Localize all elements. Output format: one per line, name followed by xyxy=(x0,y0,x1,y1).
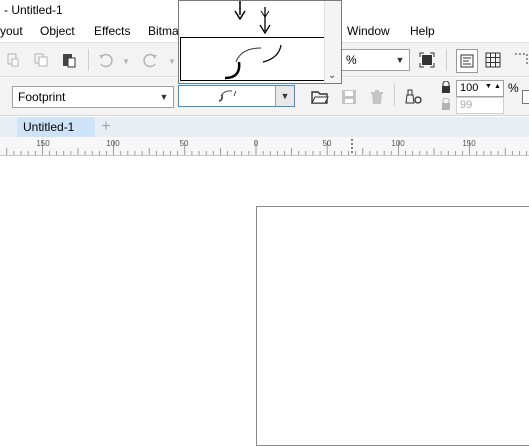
grid-icon[interactable] xyxy=(484,51,502,69)
redo-dropdown-icon[interactable]: ▼ xyxy=(168,57,176,66)
ruler-label: 50 xyxy=(179,139,189,148)
menu-window[interactable]: Window xyxy=(347,24,390,38)
preset-value: Footprint xyxy=(18,90,66,104)
redo-icon[interactable] xyxy=(142,51,160,69)
undo-dropdown-icon[interactable]: ▼ xyxy=(122,57,130,66)
horizontal-ruler[interactable]: 150 100 50 0 50 100 150 xyxy=(0,137,529,156)
chevron-down-icon[interactable]: ⌄ xyxy=(328,70,336,81)
menu-effects[interactable]: Effects xyxy=(94,24,130,38)
chevron-down-icon: ▼ xyxy=(275,86,294,106)
add-tab-icon[interactable]: + xyxy=(98,118,114,135)
document-tab-strip: Untitled-1 + xyxy=(0,117,529,137)
drawing-canvas[interactable] xyxy=(0,156,529,446)
ruler-label: 0 xyxy=(253,139,259,148)
stroke-preview-icon xyxy=(224,44,282,80)
copy-icon[interactable] xyxy=(32,51,50,69)
menu-bitmaps[interactable]: Bitma xyxy=(148,24,179,38)
chevron-down-icon: ▼ xyxy=(395,55,405,65)
undo-icon[interactable] xyxy=(96,51,114,69)
stroke-option-arrows[interactable] xyxy=(227,1,287,35)
ruler-label: 100 xyxy=(106,139,120,148)
menu-help[interactable]: Help xyxy=(410,24,435,38)
dropdown-scrollbar[interactable]: ⌄ xyxy=(324,1,341,83)
options-icon[interactable] xyxy=(456,49,478,73)
open-folder-icon[interactable] xyxy=(311,88,329,106)
chevron-down-icon: ▼ xyxy=(159,92,169,102)
ruler-label: 150 xyxy=(36,139,50,148)
percent-label: % xyxy=(508,81,519,95)
paste-icon[interactable] xyxy=(60,51,78,69)
lock-icon xyxy=(440,97,452,111)
window-title: - Untitled-1 xyxy=(4,3,63,17)
opacity2-value: 99 xyxy=(460,99,473,111)
spin-down-icon[interactable]: ▼ xyxy=(485,83,492,90)
menu-layout[interactable]: yout xyxy=(0,24,23,38)
ruler-label: 50 xyxy=(322,139,332,148)
stroke-option-selected[interactable] xyxy=(180,37,325,81)
snap-icon[interactable] xyxy=(512,51,529,69)
paste-special-icon[interactable] xyxy=(4,51,22,69)
lock-icon xyxy=(440,80,452,94)
full-screen-icon[interactable] xyxy=(418,51,436,69)
zoom-combo[interactable]: % ▼ xyxy=(340,49,410,71)
ruler-ticks xyxy=(6,139,527,155)
doc-tab-label: Untitled-1 xyxy=(23,120,75,134)
stroke-dropdown-list[interactable]: ⌄ xyxy=(178,0,342,84)
extra-control[interactable] xyxy=(522,90,529,104)
zoom-value: % xyxy=(346,53,357,67)
preset-list[interactable]: Footprint ▼ xyxy=(12,86,174,108)
ruler-label: 150 xyxy=(462,139,476,148)
stroke-combo[interactable]: ▼ xyxy=(178,85,295,107)
opacity2-spinner[interactable]: 99 xyxy=(456,97,504,114)
ruler-label: 100 xyxy=(391,139,405,148)
spin-up-icon[interactable]: ▲ xyxy=(494,83,501,90)
delete-icon[interactable] xyxy=(368,88,386,106)
document-page[interactable] xyxy=(256,206,529,446)
save-icon[interactable] xyxy=(340,88,358,106)
stroke-preview-icon xyxy=(218,90,237,102)
menu-object[interactable]: Object xyxy=(40,24,75,38)
opacity-value: 100 xyxy=(460,82,479,94)
opacity-spinner[interactable]: 100 ▼ ▲ xyxy=(456,80,504,97)
brush-settings-icon[interactable] xyxy=(404,88,422,106)
tab-untitled-1[interactable]: Untitled-1 xyxy=(17,117,95,137)
